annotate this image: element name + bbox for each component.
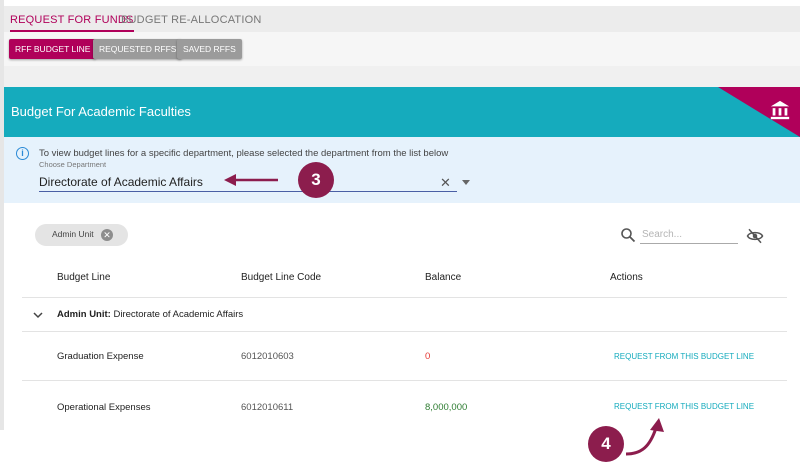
row-2-code: 6012010611 [241, 402, 294, 413]
row-divider [22, 297, 787, 298]
top-tab-bar: REQUEST FOR FUNDS BUDGET RE-ALLOCATION [4, 6, 800, 32]
row-1-balance: 0 [425, 351, 431, 362]
column-header-budget-line[interactable]: Budget Line [57, 272, 110, 283]
row-2-request-button[interactable]: REQUEST FROM THIS BUDGET LINE [614, 402, 754, 411]
tab-request-for-funds[interactable]: REQUEST FOR FUNDS [10, 6, 134, 32]
step-3-callout: 3 [298, 162, 334, 198]
saved-rffs-button[interactable]: SAVED RFFS [177, 39, 242, 59]
search-icon [621, 228, 636, 243]
filter-chip-label: Admin Unit [52, 229, 94, 239]
row-1-request-button[interactable]: REQUEST FROM THIS BUDGET LINE [614, 352, 754, 361]
department-info-panel: i To view budget lines for a specific de… [4, 137, 800, 203]
rff-budget-line-button[interactable]: RFF BUDGET LINE [9, 39, 97, 59]
curved-arrow-annotation [625, 418, 664, 456]
row-1-budget-line: Graduation Expense [57, 351, 144, 362]
remove-filter-icon[interactable]: ✕ [101, 229, 113, 241]
filter-chip-admin-unit[interactable]: Admin Unit ✕ [35, 224, 128, 246]
row-divider [22, 380, 787, 381]
step-4-callout: 4 [588, 426, 624, 462]
row-2-balance: 8,000,000 [425, 402, 468, 413]
hide-columns-icon[interactable] [746, 227, 764, 245]
group-row-admin-unit: Admin Unit: Directorate of Academic Affa… [57, 309, 243, 320]
clear-selection-icon[interactable]: ✕ [440, 175, 451, 191]
info-text: To view budget lines for a specific depa… [39, 148, 449, 159]
arrow-left-annotation [224, 174, 278, 186]
department-select-underline [39, 191, 457, 192]
chevron-down-icon[interactable] [33, 310, 43, 320]
group-label: Admin Unit: [57, 309, 111, 320]
info-icon: i [16, 147, 29, 160]
dropdown-caret-icon[interactable] [462, 180, 470, 185]
department-field-label: Choose Department [39, 160, 107, 169]
tab-budget-re-allocation[interactable]: BUDGET RE-ALLOCATION [121, 6, 262, 32]
row-2-budget-line: Operational Expenses [57, 402, 151, 413]
search-input[interactable] [640, 226, 738, 244]
bank-icon [770, 100, 790, 120]
column-header-actions: Actions [610, 272, 643, 283]
requested-rffs-button[interactable]: REQUESTED RFFS [93, 39, 183, 59]
department-select[interactable]: Directorate of Academic Affairs [39, 175, 203, 189]
page-header: Budget For Academic Faculties [4, 87, 800, 137]
column-header-balance[interactable]: Balance [425, 272, 461, 283]
page-title: Budget For Academic Faculties [11, 104, 191, 119]
row-divider [22, 331, 787, 332]
row-1-code: 6012010603 [241, 351, 294, 362]
spacer [4, 66, 800, 87]
group-value: Directorate of Academic Affairs [113, 309, 244, 320]
column-header-budget-line-code[interactable]: Budget Line Code [241, 272, 321, 283]
